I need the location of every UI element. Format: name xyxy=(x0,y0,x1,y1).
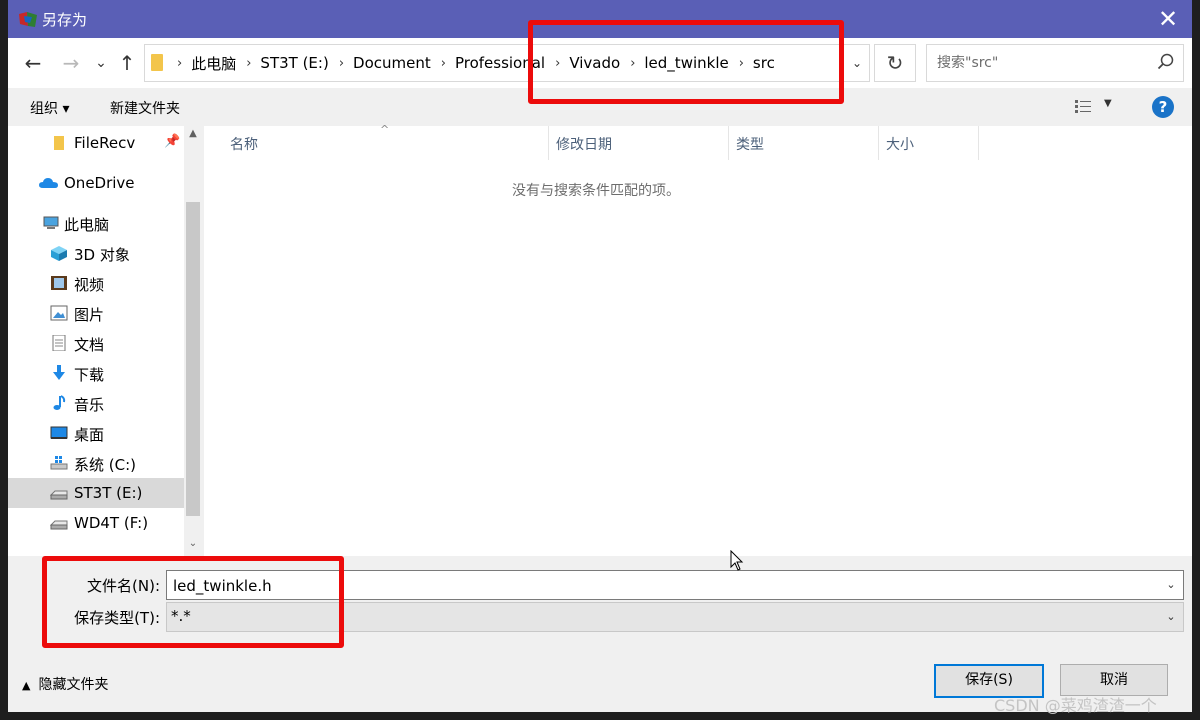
desktop-icon xyxy=(50,426,68,439)
sidebar-item-filerecv[interactable]: FileRecv 📌 xyxy=(8,128,184,158)
navigation-pane: FileRecv 📌 OneDrive 此电脑 3D 对象 视频 图片 文档 下… xyxy=(8,126,184,556)
hide-folders-toggle[interactable]: ▲ 隐藏文件夹 xyxy=(22,674,108,694)
chevron-up-icon[interactable]: ▲ xyxy=(184,128,202,144)
cube-icon xyxy=(51,246,67,261)
sidebar-item-music[interactable]: 音乐 xyxy=(8,388,184,418)
sidebar-item-label: 下载 xyxy=(74,366,105,384)
sidebar-item-label: 系统 (C:) xyxy=(74,456,136,474)
chevron-right-icon: › xyxy=(338,55,345,71)
highlight-box-path xyxy=(528,20,844,104)
system-drive-icon xyxy=(50,456,68,470)
chevron-down-icon[interactable]: ⌄ xyxy=(1163,603,1179,631)
sidebar-item-label: FileRecv xyxy=(74,134,136,152)
sidebar-item-st3t-e[interactable]: ST3T (E:) xyxy=(8,478,184,508)
breadcrumb-document[interactable]: Document xyxy=(353,54,431,72)
sidebar-item-desktop[interactable]: 桌面 xyxy=(8,418,184,448)
chevron-right-icon: › xyxy=(177,55,183,71)
sidebar-item-label: OneDrive xyxy=(64,174,135,192)
download-icon xyxy=(53,365,65,380)
column-divider[interactable] xyxy=(548,126,549,160)
chevron-right-icon: › xyxy=(246,55,252,71)
drive-icon xyxy=(50,490,68,500)
sort-ascending-icon: ^ xyxy=(380,123,390,136)
sidebar-item-onedrive[interactable]: OneDrive xyxy=(8,168,184,198)
chevron-right-icon: › xyxy=(440,55,446,71)
highlight-box-filename xyxy=(42,556,344,648)
new-folder-button[interactable]: 新建文件夹 xyxy=(110,98,180,118)
close-button[interactable]: ✕ xyxy=(1154,5,1182,33)
chevron-up-icon: ▲ xyxy=(22,679,31,692)
pin-icon: 📌 xyxy=(164,134,181,149)
sidebar-item-wd4t-f[interactable]: WD4T (F:) xyxy=(8,508,184,538)
sidebar-item-label: WD4T (F:) xyxy=(74,514,149,532)
forward-button[interactable]: → xyxy=(58,50,84,76)
view-options-icon[interactable] xyxy=(1074,99,1092,115)
view-dropdown-icon[interactable]: ▼ xyxy=(1104,98,1112,109)
sidebar-item-label: 图片 xyxy=(74,306,105,324)
sidebar-item-this-pc[interactable]: 此电脑 xyxy=(8,208,184,238)
recent-locations-button[interactable]: ⌄ xyxy=(88,50,114,76)
search-icon[interactable] xyxy=(1157,53,1175,71)
back-button[interactable]: ← xyxy=(20,50,46,76)
sidebar-item-label: 3D 对象 xyxy=(74,246,130,264)
chevron-down-icon[interactable]: ⌄ xyxy=(1163,571,1179,599)
document-icon xyxy=(52,335,66,351)
sidebar-item-label: 此电脑 xyxy=(64,216,110,234)
search-box[interactable] xyxy=(926,44,1184,82)
column-divider[interactable] xyxy=(728,126,729,160)
sidebar-item-label: 文档 xyxy=(74,336,105,354)
breadcrumb-st3t[interactable]: ST3T (E:) xyxy=(260,54,328,72)
sidebar-item-downloads[interactable]: 下载 xyxy=(8,358,184,388)
sidebar-item-videos[interactable]: 视频 xyxy=(8,268,184,298)
cloud-icon xyxy=(39,178,58,188)
column-header-type[interactable]: 类型 xyxy=(736,134,764,154)
file-list: ^ 名称 修改日期 类型 大小 没有与搜索条件匹配的项。 xyxy=(204,123,1192,556)
music-icon xyxy=(53,395,66,410)
sidebar-item-label: 桌面 xyxy=(74,426,105,444)
watermark: CSDN @菜鸡渣渣一个 xyxy=(994,696,1157,715)
sidebar-item-3d-objects[interactable]: 3D 对象 xyxy=(8,238,184,268)
computer-icon xyxy=(43,216,59,229)
search-input[interactable] xyxy=(935,51,1149,75)
picture-icon xyxy=(50,305,68,321)
up-button[interactable]: ↑ xyxy=(114,50,140,76)
hide-folders-label: 隐藏文件夹 xyxy=(38,677,109,693)
sidebar-item-label: 音乐 xyxy=(74,396,105,414)
refresh-button[interactable]: ↻ xyxy=(874,44,916,82)
column-header-size[interactable]: 大小 xyxy=(886,134,914,154)
breadcrumb-this-pc[interactable]: 此电脑 xyxy=(191,53,236,74)
column-header-date-modified[interactable]: 修改日期 xyxy=(556,134,612,154)
drive-icon xyxy=(50,520,68,530)
chevron-down-icon[interactable]: ⌄ xyxy=(184,538,202,554)
sidebar-item-label: ST3T (E:) xyxy=(74,484,143,502)
dialog-title: 另存为 xyxy=(42,11,88,29)
sidebar-item-system-c[interactable]: 系统 (C:) xyxy=(8,448,184,478)
column-divider[interactable] xyxy=(878,126,879,160)
column-header-name[interactable]: 名称 xyxy=(230,134,258,154)
sidebar-item-documents[interactable]: 文档 xyxy=(8,328,184,358)
empty-results-message: 没有与搜索条件匹配的项。 xyxy=(512,183,680,199)
mouse-cursor-icon xyxy=(730,550,744,571)
folder-icon xyxy=(54,136,64,150)
address-history-dropdown[interactable]: ⌄ xyxy=(845,45,869,81)
column-divider[interactable] xyxy=(978,126,979,160)
organize-button[interactable]: 组织 ▾ xyxy=(30,98,69,118)
scrollbar-thumb[interactable] xyxy=(186,202,200,516)
nav-pane-scrollbar[interactable]: ▲ ⌄ xyxy=(184,126,202,556)
folder-icon xyxy=(151,54,163,71)
video-icon xyxy=(51,276,67,290)
app-icon xyxy=(19,12,37,27)
sidebar-item-pictures[interactable]: 图片 xyxy=(8,298,184,328)
sidebar-item-label: 视频 xyxy=(74,276,105,294)
help-button[interactable]: ? xyxy=(1152,96,1174,118)
